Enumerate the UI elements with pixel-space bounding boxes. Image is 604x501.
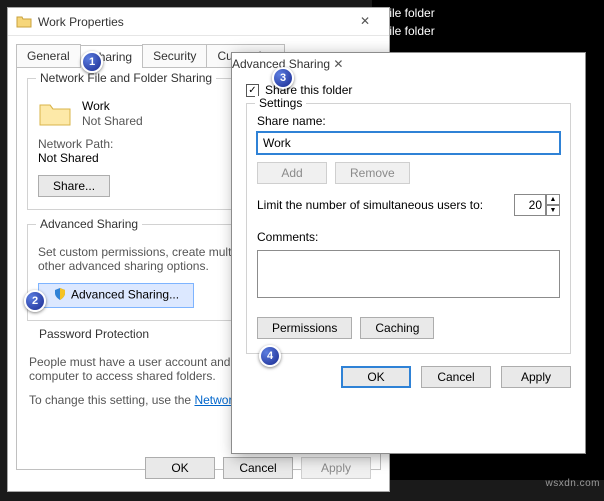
spinner-up-icon[interactable]: ▲ <box>546 194 560 205</box>
step-badge-4: 4 <box>259 345 281 367</box>
share-name-label: Share name: <box>257 114 560 128</box>
properties-title: Work Properties <box>38 15 345 29</box>
bg-row: File folder <box>382 22 594 40</box>
limit-users-label: Limit the number of simultaneous users t… <box>257 198 483 212</box>
shield-icon <box>53 287 67 304</box>
properties-cancel-button[interactable]: Cancel <box>223 457 293 479</box>
folder-name: Work <box>82 99 143 114</box>
caching-button[interactable]: Caching <box>360 317 434 339</box>
properties-apply-button[interactable]: Apply <box>301 457 371 479</box>
share-button[interactable]: Share... <box>38 175 110 197</box>
step-badge-3: 3 <box>272 67 294 89</box>
step-badge-2: 2 <box>24 290 46 312</box>
advanced-sharing-dialog: Advanced Sharing ✕ ✓ Share this folder S… <box>231 52 586 454</box>
advanced-sharing-button[interactable]: Advanced Sharing... <box>38 283 194 308</box>
properties-titlebar: Work Properties ✕ <box>8 8 389 36</box>
folder-icon <box>16 14 32 30</box>
folder-large-icon <box>38 100 72 128</box>
advanced-sharing-legend: Advanced Sharing <box>36 217 142 231</box>
comments-textarea[interactable] <box>257 250 560 298</box>
step-badge-1: 1 <box>81 51 103 73</box>
share-this-folder-checkbox[interactable]: ✓ <box>246 84 259 97</box>
close-icon[interactable]: ✕ <box>333 57 343 71</box>
advanced-apply-button[interactable]: Apply <box>501 366 571 388</box>
remove-share-button[interactable]: Remove <box>335 162 410 184</box>
comments-label: Comments: <box>257 230 560 244</box>
advanced-ok-button[interactable]: OK <box>341 366 411 388</box>
properties-ok-button[interactable]: OK <box>145 457 215 479</box>
add-share-button[interactable]: Add <box>257 162 327 184</box>
limit-users-input[interactable] <box>514 194 546 216</box>
watermark: wsxdn.com <box>545 478 600 489</box>
bg-row: File folder <box>382 4 594 22</box>
permissions-button[interactable]: Permissions <box>257 317 352 339</box>
advanced-sharing-button-label: Advanced Sharing... <box>71 288 179 302</box>
tab-general[interactable]: General <box>16 44 81 67</box>
advanced-button-bar: OK Cancel Apply <box>246 366 571 388</box>
password-protection-legend: Password Protection <box>35 327 153 341</box>
spinner-down-icon[interactable]: ▼ <box>546 205 560 216</box>
properties-button-bar: OK Cancel Apply <box>145 457 371 479</box>
network-sharing-legend: Network File and Folder Sharing <box>36 71 216 85</box>
advanced-cancel-button[interactable]: Cancel <box>421 366 491 388</box>
password-change-prefix: To change this setting, use the <box>29 393 194 407</box>
share-name-input[interactable] <box>257 132 560 154</box>
tab-security[interactable]: Security <box>142 44 207 67</box>
limit-users-spinner[interactable]: ▲ ▼ <box>514 194 560 216</box>
close-icon[interactable]: ✕ <box>345 10 385 34</box>
settings-legend: Settings <box>255 96 306 110</box>
settings-group: Settings Share name: Add Remove Limit th… <box>246 103 571 354</box>
share-status: Not Shared <box>82 114 143 129</box>
